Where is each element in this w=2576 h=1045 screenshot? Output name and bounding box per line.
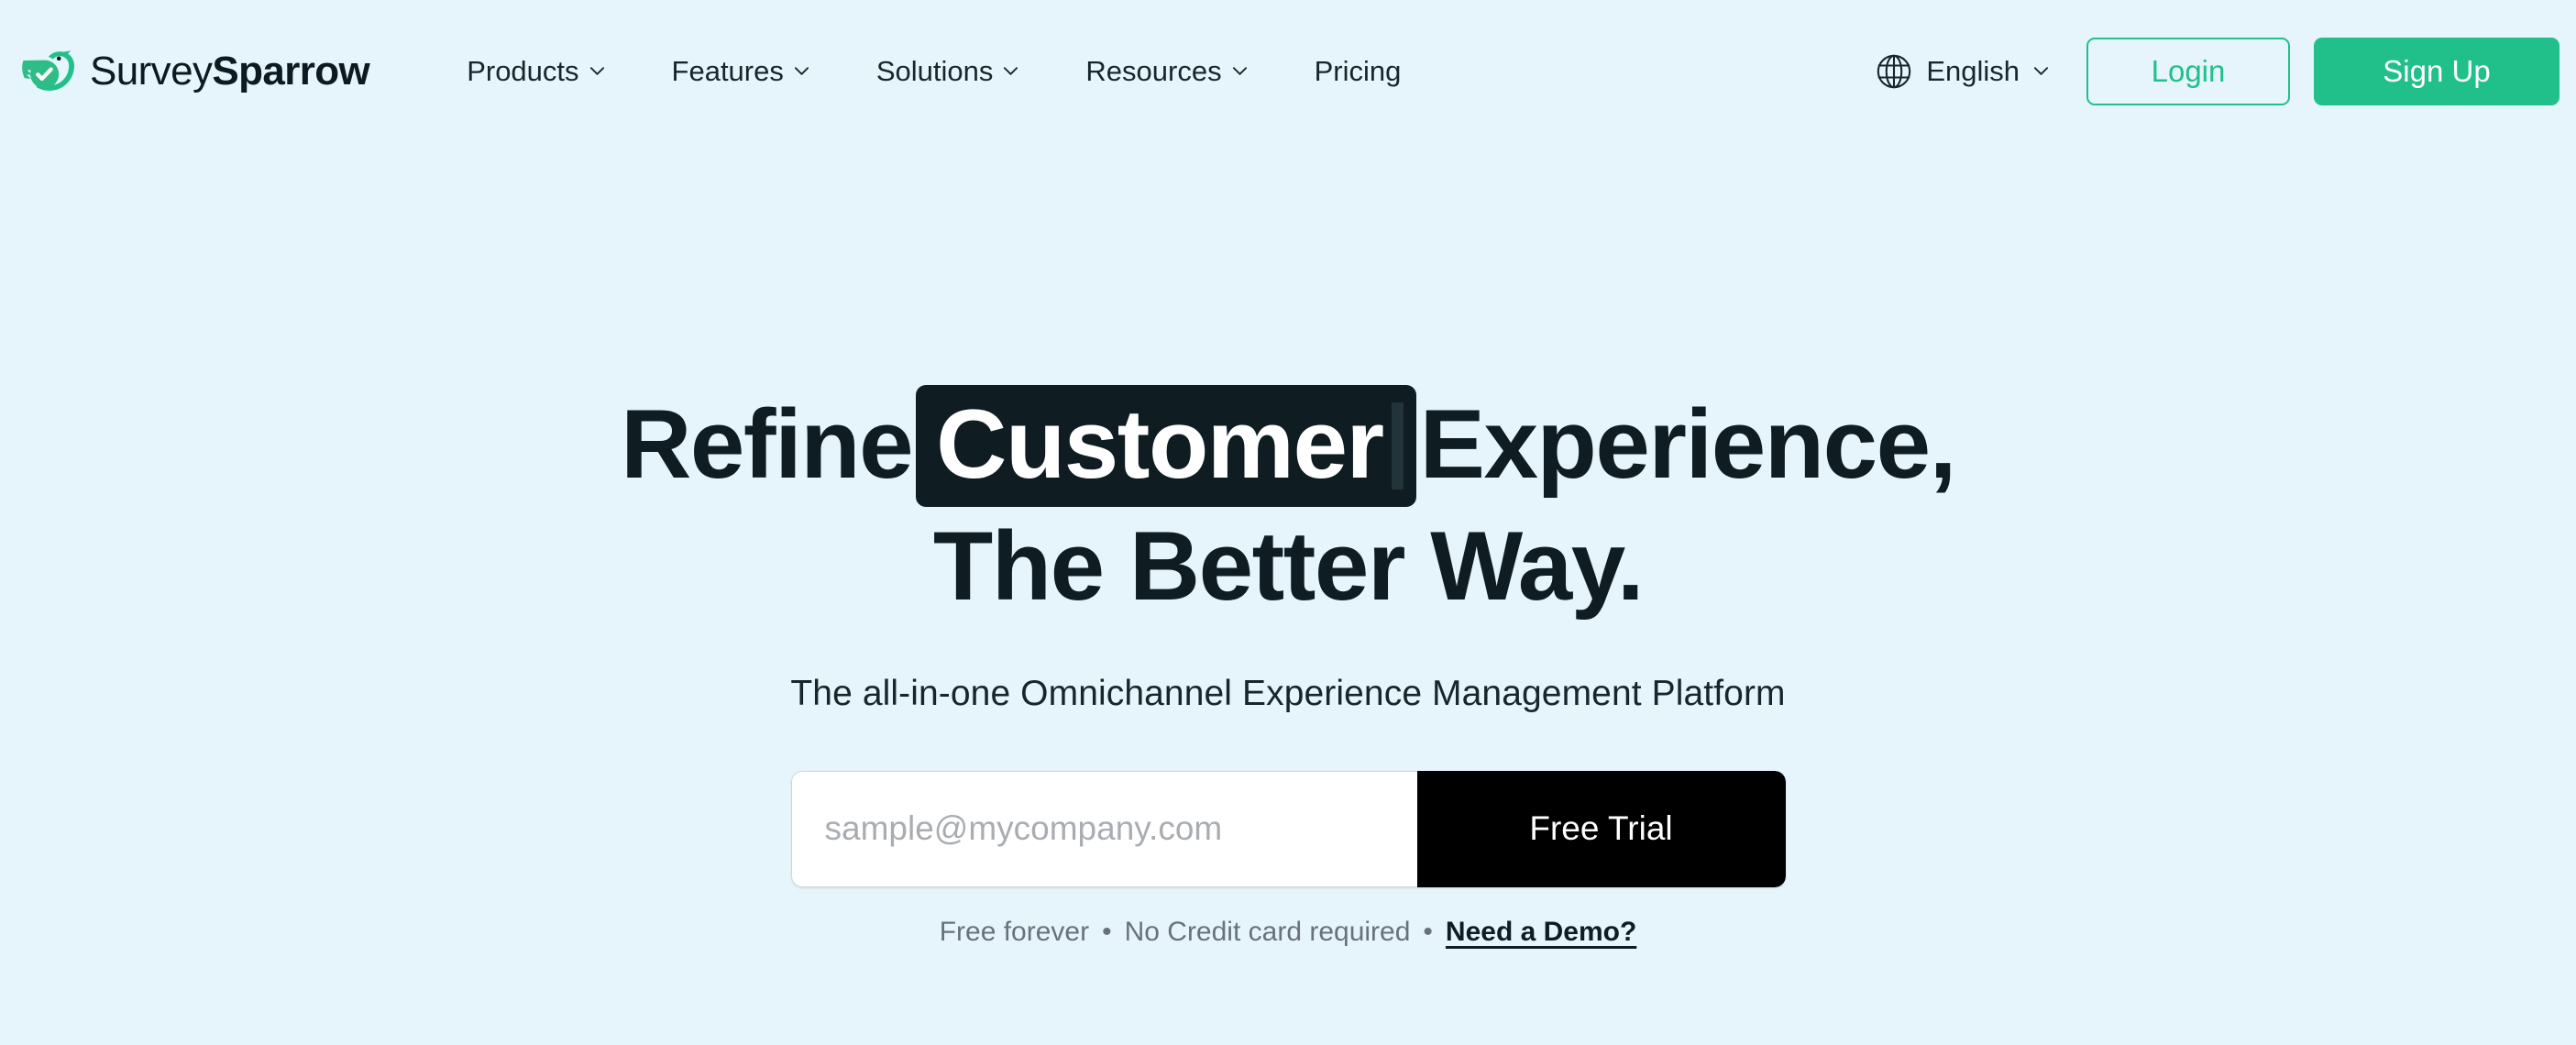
hero-title-line-1: Refine Customer Experience,: [0, 385, 2576, 508]
fineprint-free-forever: Free forever: [939, 916, 1090, 947]
nav-item-resources[interactable]: Resources: [1052, 42, 1281, 101]
chevron-down-icon: [2032, 62, 2050, 80]
nav-item-solutions-label: Solutions: [875, 54, 994, 87]
chevron-down-icon: [589, 62, 606, 80]
header-actions: English Login Sign Up: [1862, 37, 2559, 105]
hero-subtitle: The all-in-one Omnichannel Experience Ma…: [790, 673, 1786, 713]
chevron-down-icon: [1231, 62, 1249, 80]
language-switcher[interactable]: English: [1862, 43, 2063, 100]
nav-item-features-label: Features: [671, 54, 784, 87]
hero-title-prefix: Refine: [621, 389, 914, 499]
hero-section: Refine Customer Experience, The Better Way…: [0, 142, 2576, 1045]
login-button[interactable]: Login: [2086, 37, 2290, 105]
fineprint-separator-1: •: [1102, 916, 1112, 947]
brand-logo-link[interactable]: SurveySparrow: [20, 43, 370, 100]
email-input[interactable]: [790, 770, 1417, 887]
fineprint-separator-2: •: [1423, 916, 1433, 947]
nav-item-products-label: Products: [467, 54, 579, 87]
nav-item-products[interactable]: Products: [434, 42, 638, 101]
nav-item-pricing[interactable]: Pricing: [1282, 42, 1435, 101]
primary-navigation: Products Features Solutions Resources Pr…: [369, 42, 1434, 101]
page-title: Refine Customer Experience, The Better Way…: [0, 385, 2576, 626]
brand-wordmark: SurveySparrow: [90, 48, 370, 94]
hero-title-highlight-text: Customer: [936, 389, 1384, 499]
brand-wordmark-light: Survey: [90, 48, 213, 94]
hero-title-line-2: The Better Way.: [932, 511, 1645, 622]
chevron-down-icon: [1002, 62, 1019, 80]
hero-title-suffix: Experience,: [1419, 389, 1957, 499]
fineprint-no-credit-card: No Credit card required: [1124, 916, 1411, 947]
site-header: SurveySparrow Products Features Solution…: [0, 0, 2576, 142]
globe-icon: [1875, 52, 1913, 91]
chevron-down-icon: [793, 62, 810, 80]
nav-item-features[interactable]: Features: [639, 42, 843, 101]
page-root: SurveySparrow Products Features Solution…: [0, 0, 2576, 1045]
nav-item-pricing-label: Pricing: [1314, 54, 1402, 87]
sparrow-bird-check-icon: [20, 43, 77, 100]
need-a-demo-link[interactable]: Need a Demo?: [1446, 917, 1636, 948]
hero-title-highlight: Customer: [916, 385, 1416, 508]
typing-caret-icon: [1391, 402, 1404, 490]
nav-item-resources-label: Resources: [1085, 54, 1222, 87]
trial-signup-form: Free Trial: [790, 770, 1786, 887]
nav-item-solutions[interactable]: Solutions: [843, 42, 1053, 101]
signup-fineprint: Free forever • No Credit card required •…: [940, 917, 1637, 948]
brand-wordmark-bold: Sparrow: [212, 48, 370, 94]
language-label: English: [1926, 54, 2020, 87]
signup-button[interactable]: Sign Up: [2314, 37, 2559, 105]
free-trial-button[interactable]: Free Trial: [1416, 770, 1786, 887]
